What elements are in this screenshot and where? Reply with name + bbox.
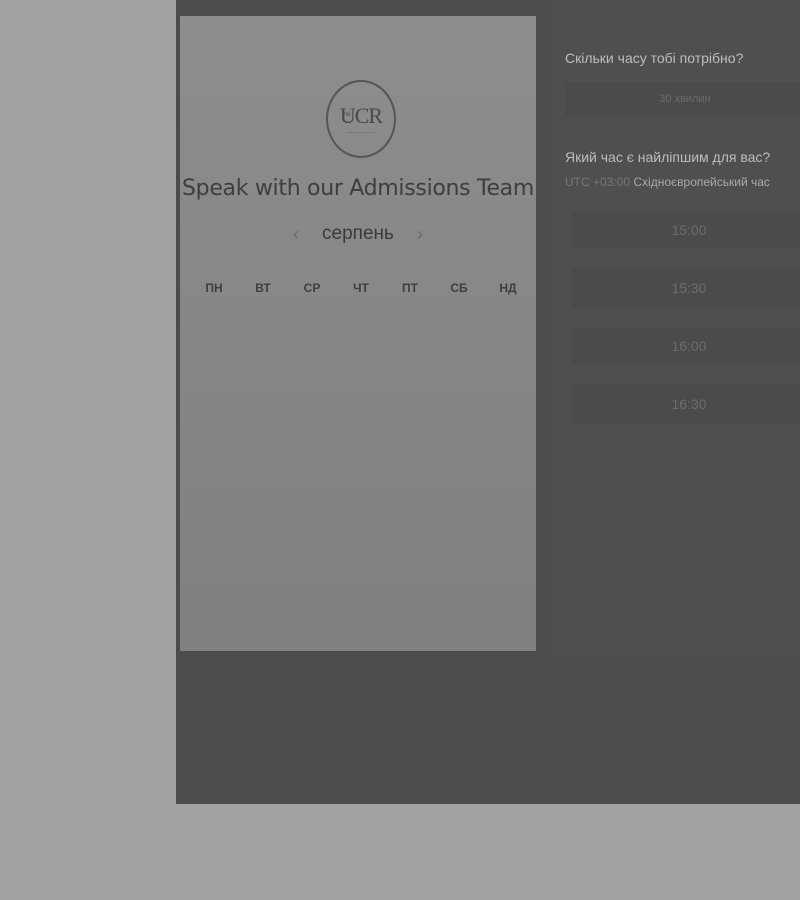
weekday-fri: ПТ — [402, 281, 418, 295]
weekday-sun: НД — [499, 281, 517, 295]
time-slot-button[interactable]: 15:00 — [572, 211, 800, 249]
logo-prefix: the — [342, 112, 351, 118]
logo-subtext: ——————— — [347, 128, 375, 134]
ucr-logo: the UCR ——————— — [326, 80, 396, 158]
calendar-card: the UCR ——————— Speak with our Admission… — [180, 16, 536, 651]
chevron-left-icon[interactable]: ‹ — [288, 223, 304, 245]
time-question: Який час є найліпшим для вас? — [565, 149, 771, 165]
time-slot-button[interactable]: 16:30 — [572, 385, 800, 423]
duration-question: Скільки часу тобі потрібно? — [565, 50, 744, 66]
timezone-offset: UTC +03:00 — [565, 175, 631, 189]
weekday-thu: ЧТ — [353, 281, 369, 295]
timezone-name: Східноєвропейський час — [633, 175, 770, 189]
time-slot-button[interactable]: 15:30 — [572, 269, 800, 307]
timezone-selector[interactable]: UTC +03:00 Східноєвропейський час — [565, 175, 770, 189]
month-navigation: ‹ серпень › — [180, 223, 536, 245]
weekday-mon: ПН — [205, 281, 223, 295]
time-slot-button[interactable]: 16:00 — [572, 327, 800, 365]
weekday-header-row: ПН ВТ СР ЧТ ПТ СБ НД — [194, 281, 528, 295]
weekday-tue: ВТ — [255, 281, 271, 295]
weekday-sat: СБ — [450, 281, 468, 295]
page-title: Speak with our Admissions Team — [181, 176, 534, 201]
booking-dialog: the UCR ——————— Speak with our Admission… — [176, 0, 800, 804]
time-selection-panel: Скільки часу тобі потрібно? 30 хвилин Як… — [552, 0, 800, 655]
weekday-wed: СР — [303, 281, 321, 295]
page-background: the UCR ——————— Speak with our Admission… — [0, 0, 800, 900]
month-label: серпень — [322, 223, 394, 244]
duration-select[interactable]: 30 хвилин — [565, 82, 800, 116]
chevron-right-icon[interactable]: › — [412, 223, 428, 245]
